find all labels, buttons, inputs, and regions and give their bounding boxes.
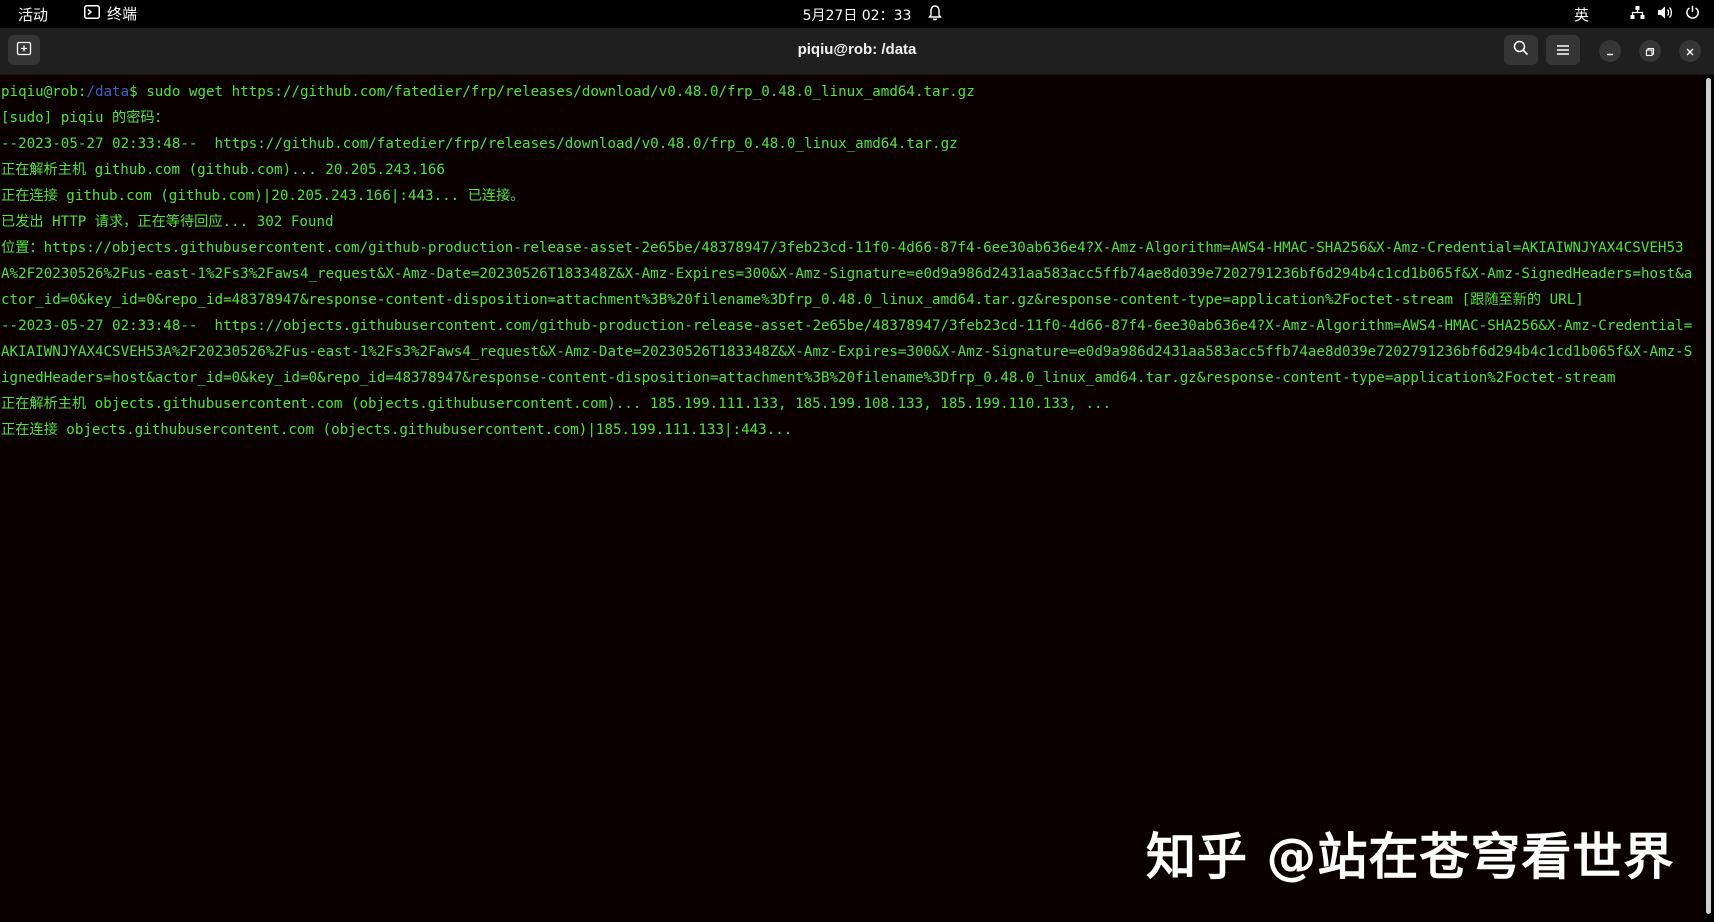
terminal-view[interactable]: piqiu@rob:/data$ sudo wget https://githu…: [0, 75, 1702, 922]
command-text: sudo wget https://github.com/fatedier/fr…: [137, 84, 975, 100]
maximize-button[interactable]: [1639, 40, 1661, 62]
prompt-line: piqiu@rob:/data$ sudo wget https://githu…: [1, 79, 1696, 105]
system-menu[interactable]: [1630, 5, 1700, 24]
power-icon: [1685, 5, 1700, 24]
prompt-path: /data: [86, 84, 130, 100]
output-line: 位置：https://objects.githubusercontent.com…: [1, 240, 1693, 308]
output-line: 已发出 HTTP 请求，正在等待回应... 302 Found: [1, 214, 334, 230]
terminal-scrollbar[interactable]: [1706, 78, 1711, 914]
output-line: --2023-05-27 02:33:48-- https://github.c…: [1, 136, 958, 152]
prompt-user: piqiu@rob:: [1, 84, 87, 100]
window-title: piqiu@rob: /data: [797, 41, 917, 58]
main-menu-button[interactable]: [1546, 35, 1580, 65]
output-line: 正在连接 github.com (github.com)|20.205.243.…: [1, 188, 525, 204]
bell-icon[interactable]: [928, 5, 942, 25]
minimize-button[interactable]: [1599, 40, 1621, 62]
volume-icon: [1657, 5, 1673, 24]
search-button[interactable]: [1504, 35, 1538, 65]
maximize-icon: [1645, 42, 1655, 61]
close-icon: [1685, 42, 1695, 61]
watermark: 知乎 @站在苍穹看世界: [1146, 828, 1675, 886]
output-line: --2023-05-27 02:33:48-- https://objects.…: [1, 318, 1693, 386]
clock[interactable]: 5月27日 02：33: [0, 5, 1714, 25]
prompt-symbol: $: [129, 84, 138, 100]
close-button[interactable]: [1679, 40, 1701, 62]
output-line: 正在连接 objects.githubusercontent.com (obje…: [1, 422, 793, 438]
output-line: 正在解析主机 objects.githubusercontent.com (ob…: [1, 396, 1112, 412]
input-method-indicator[interactable]: 英: [1574, 4, 1589, 25]
network-icon: [1630, 5, 1645, 24]
output-line: 正在解析主机 github.com (github.com)... 20.205…: [1, 162, 445, 178]
top-bar: 活动 终端 5月27日 02：33 英: [0, 0, 1714, 28]
search-icon: [1513, 40, 1529, 60]
minimize-icon: [1605, 42, 1615, 61]
terminal-headerbar: piqiu@rob: /data: [0, 28, 1714, 75]
output-line: [sudo] piqiu 的密码：: [1, 110, 169, 126]
terminal-output: piqiu@rob:/data$ sudo wget https://githu…: [0, 75, 1696, 443]
hamburger-menu-icon: [1556, 41, 1570, 60]
